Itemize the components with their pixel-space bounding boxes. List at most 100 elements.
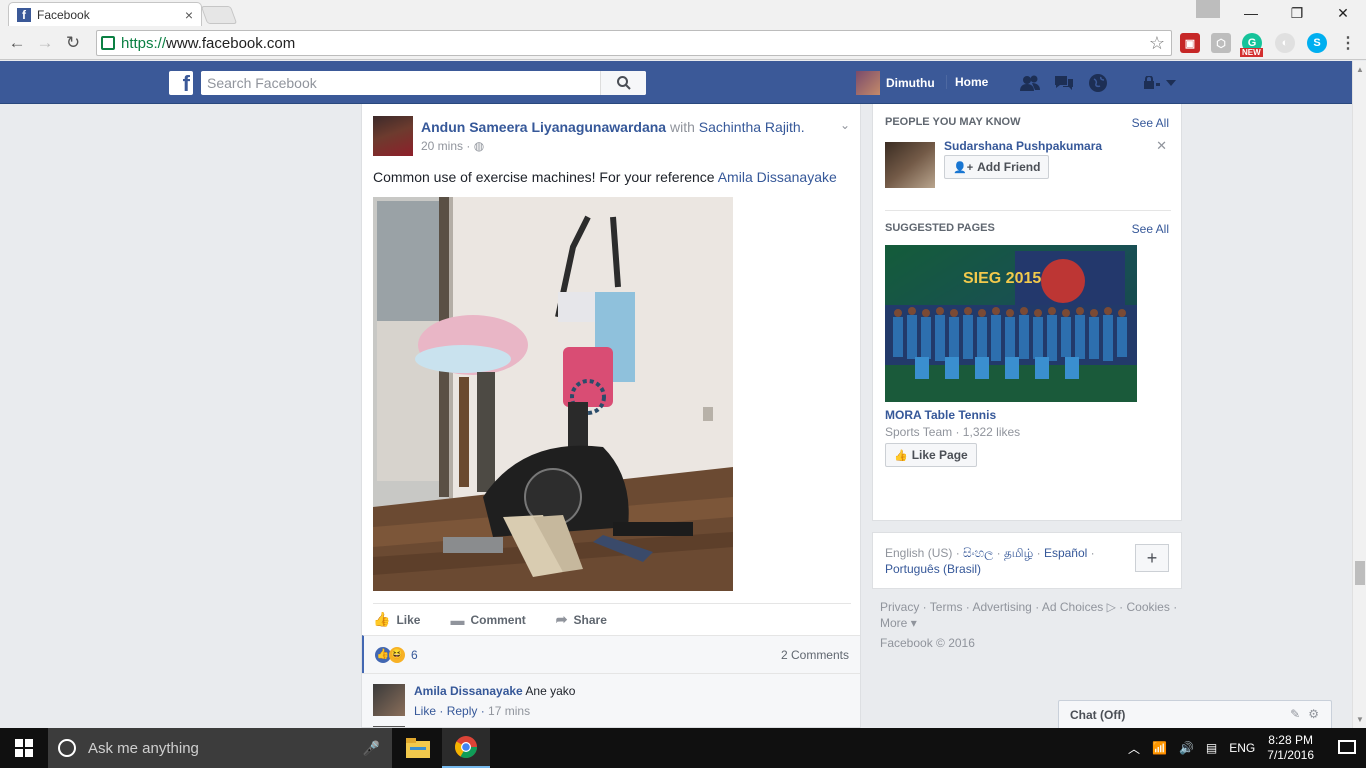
- profile-icon[interactable]: [1196, 0, 1220, 18]
- language-tamil[interactable]: தமிழ்: [1004, 546, 1033, 560]
- profile-name: Dimuthu: [886, 76, 935, 90]
- grey-extension-icon[interactable]: ◐: [1275, 33, 1295, 53]
- cortana-search-box[interactable]: Ask me anything 🎤: [48, 728, 392, 768]
- ad-choices-icon: ▷: [1106, 600, 1116, 614]
- dismiss-suggestion-icon[interactable]: ✕: [1156, 138, 1167, 154]
- microphone-icon[interactable]: 🎤: [363, 740, 380, 757]
- box-extension-icon[interactable]: ⬡: [1211, 33, 1231, 53]
- scrollbar-thumb[interactable]: [1355, 561, 1365, 585]
- skype-extension-icon[interactable]: S: [1307, 33, 1327, 53]
- input-language[interactable]: ENG: [1229, 741, 1255, 755]
- browser-tab[interactable]: f Facebook ×: [8, 2, 202, 26]
- comment-reply-link[interactable]: Reply: [447, 704, 478, 718]
- page-scrollbar[interactable]: ▲ ▼: [1352, 61, 1366, 728]
- show-hidden-icons-icon[interactable]: ︿: [1128, 740, 1140, 757]
- tab-close-icon[interactable]: ×: [185, 7, 193, 23]
- scroll-up-icon[interactable]: ▲: [1356, 65, 1364, 74]
- comment-author-link[interactable]: Amila Dissanayake: [414, 684, 523, 698]
- suggested-page-name[interactable]: MORA Table Tennis: [885, 408, 996, 422]
- notifications-globe-icon[interactable]: [1086, 73, 1110, 93]
- facebook-logo-icon[interactable]: f: [169, 71, 193, 95]
- notifications-icon[interactable]: [1338, 740, 1356, 754]
- profile-link[interactable]: Dimuthu: [856, 71, 935, 95]
- account-menu-icon[interactable]: [1140, 73, 1180, 93]
- close-window-button[interactable]: ✕: [1320, 0, 1366, 26]
- menu-icon[interactable]: ⋮: [1338, 33, 1358, 53]
- scroll-down-icon[interactable]: ▼: [1356, 715, 1364, 724]
- terms-link[interactable]: Terms: [930, 600, 963, 614]
- exercise-bike-photo: [373, 197, 733, 591]
- tab-strip: f Facebook × — ❐ ✕: [0, 0, 1366, 26]
- restore-button[interactable]: ❐: [1274, 0, 1320, 26]
- add-friend-button[interactable]: 👤+ Add Friend: [944, 155, 1050, 179]
- url-text: https://www.facebook.com: [121, 34, 296, 52]
- team-photo: SIEG 2015: [885, 245, 1137, 402]
- messages-icon[interactable]: [1052, 73, 1076, 93]
- chrome-taskbar-icon[interactable]: [442, 728, 490, 768]
- new-tab-button[interactable]: [200, 6, 238, 24]
- copyright-text: Facebook © 2016: [880, 636, 975, 650]
- more-languages-button[interactable]: +: [1135, 544, 1169, 572]
- volume-icon[interactable]: 🔊: [1179, 741, 1194, 755]
- author-avatar[interactable]: [373, 116, 413, 156]
- post-photo[interactable]: [373, 197, 733, 591]
- language-sinhala[interactable]: සිංහල: [963, 546, 993, 560]
- comments-count-link[interactable]: 2 Comments: [781, 648, 849, 662]
- mention-link[interactable]: Amila Dissanayake: [718, 169, 837, 185]
- post-options-chevron-icon[interactable]: ⌄: [840, 118, 850, 132]
- taskbar-clock[interactable]: 8:28 PM 7/1/2016: [1267, 733, 1314, 763]
- cortana-circle-icon: [58, 739, 76, 757]
- windows-start-button[interactable]: [0, 728, 48, 768]
- address-bar[interactable]: https://www.facebook.com ☆: [96, 30, 1172, 56]
- ad-choices-link[interactable]: Ad Choices: [1042, 600, 1103, 614]
- compose-message-icon[interactable]: ✎: [1290, 707, 1300, 721]
- windows-taskbar: Ask me anything 🎤 ︿ 📶 🔊 ▤ ENG 8:28 PM 7/…: [0, 728, 1366, 768]
- comment-button[interactable]: ▬ Comment: [450, 612, 525, 628]
- minimize-button[interactable]: —: [1228, 0, 1274, 26]
- language-portuguese[interactable]: Português (Brasil): [885, 562, 981, 576]
- suggested-person-name[interactable]: Sudarshana Pushpakumara: [944, 139, 1102, 153]
- reaction-count[interactable]: 6: [411, 648, 418, 662]
- suggested-page-image[interactable]: SIEG 2015: [885, 245, 1137, 402]
- cookies-link[interactable]: Cookies: [1127, 600, 1170, 614]
- like-page-button[interactable]: 👍 Like Page: [885, 443, 977, 467]
- chat-bar[interactable]: Chat (Off) ✎ ⚙: [1058, 700, 1332, 728]
- forward-icon[interactable]: →: [34, 32, 56, 54]
- translate-extension-icon[interactable]: ▣: [1180, 33, 1200, 53]
- home-link[interactable]: Home: [946, 75, 988, 89]
- commenter-avatar[interactable]: [373, 684, 405, 716]
- share-button[interactable]: ➦ Share: [556, 611, 607, 628]
- suggested-person-avatar[interactable]: [885, 142, 935, 188]
- like-button[interactable]: 👍 Like: [373, 611, 420, 628]
- search-input[interactable]: [201, 72, 600, 94]
- public-globe-icon: ◍: [473, 139, 485, 153]
- feed-post: Andun Sameera Liyanagunawardana with Sac…: [361, 104, 861, 728]
- bookmark-star-icon[interactable]: ☆: [1149, 33, 1165, 54]
- pymk-see-all-link[interactable]: See All: [1132, 116, 1169, 130]
- comment-actions: Like · Reply · 17 mins: [414, 704, 531, 718]
- language-spanish[interactable]: Español: [1044, 546, 1087, 560]
- author-name-link[interactable]: Andun Sameera Liyanagunawardana: [421, 119, 666, 135]
- search-button[interactable]: [600, 71, 646, 95]
- privacy-link[interactable]: Privacy: [880, 600, 919, 614]
- wifi-icon[interactable]: 📶: [1152, 741, 1167, 755]
- avatar: [856, 71, 880, 95]
- thumbs-up-icon: 👍: [373, 611, 391, 627]
- chat-controls: ✎ ⚙: [1290, 707, 1319, 721]
- file-explorer-taskbar-icon[interactable]: [394, 728, 442, 768]
- search-box: [201, 71, 646, 95]
- comments-section: Amila Dissanayake Ane yako Like · Reply …: [362, 673, 860, 727]
- back-icon[interactable]: ←: [6, 32, 28, 54]
- post-time[interactable]: 20 mins: [421, 139, 463, 153]
- pages-see-all-link[interactable]: See All: [1132, 222, 1169, 236]
- comment-time[interactable]: 17 mins: [488, 704, 530, 718]
- action-center-message-icon[interactable]: ▤: [1206, 741, 1217, 755]
- chat-settings-gear-icon[interactable]: ⚙: [1308, 707, 1319, 721]
- friend-requests-icon[interactable]: [1018, 73, 1042, 93]
- advertising-link[interactable]: Advertising: [972, 600, 1031, 614]
- reload-icon[interactable]: ↻: [62, 32, 84, 54]
- more-link[interactable]: More: [880, 616, 907, 630]
- cortana-search-text: Ask me anything: [88, 739, 199, 757]
- tagged-friend-link[interactable]: Sachintha Rajith.: [699, 119, 805, 135]
- comment-like-link[interactable]: Like: [414, 704, 436, 718]
